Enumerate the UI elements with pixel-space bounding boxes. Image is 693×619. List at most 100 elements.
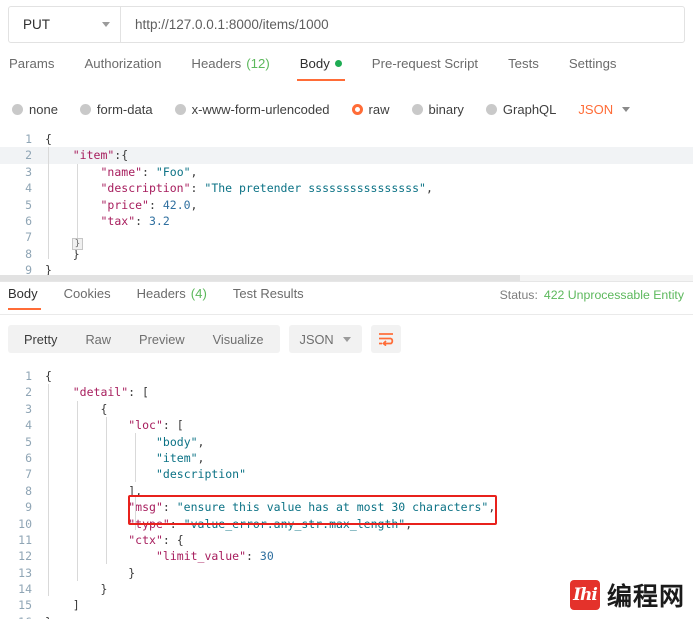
fold-guide-outer [48, 147, 49, 259]
radio-label: GraphQL [502, 101, 557, 117]
fold-guide-5 [135, 497, 136, 530]
line-number: 6 [25, 450, 32, 465]
code-line[interactable]: "item":{ [40, 147, 693, 164]
radio-button-icon [174, 103, 186, 115]
response-line-numbers: 12345678910111213141516 [0, 365, 40, 619]
line-number: 7 [25, 230, 32, 245]
tab-label: Headers [191, 56, 242, 71]
request-tab-settings[interactable]: Settings [554, 55, 632, 81]
code-line[interactable]: } [40, 614, 693, 619]
code-line[interactable]: } [40, 246, 693, 262]
code-line[interactable]: "msg": "ensure this value has at most 30… [40, 499, 693, 515]
radio-label: raw [368, 101, 390, 117]
body-type-radio-binary[interactable]: binary [411, 102, 464, 117]
line-number: 9 [25, 500, 32, 515]
code-line[interactable]: "tax": 3.2 [40, 213, 693, 229]
wrap-text-button[interactable] [370, 325, 401, 353]
tab-label: Settings [568, 56, 617, 71]
response-toolbar: Pretty Raw Preview Visualize JSON [8, 325, 401, 353]
code-line[interactable]: "ctx": { [40, 532, 693, 548]
response-view-modes: Pretty Raw Preview Visualize [8, 325, 280, 353]
request-tabs: Params Authorization Headers (12) Body Pre-re… [0, 55, 693, 87]
code-line[interactable]: "description" [40, 466, 693, 482]
response-tab-test-results[interactable]: Test Results [220, 285, 317, 310]
request-code-area[interactable]: { "item":{ "name": "Foo", "description":… [40, 128, 693, 275]
line-number: 6 [25, 213, 32, 228]
line-number: 8 [25, 483, 32, 498]
code-line[interactable]: "description": "The pretender ssssssssss… [40, 180, 693, 196]
line-number: 1 [25, 369, 32, 383]
fold-guide-inner [77, 164, 78, 242]
code-line[interactable]: "detail": [ [40, 384, 693, 400]
fold-guide-3 [106, 417, 107, 564]
code-line[interactable]: "loc": [ [40, 417, 693, 433]
tab-count-badge: (4) [190, 286, 207, 301]
request-tab-pre-request-script[interactable]: Pre-request Script [357, 55, 493, 81]
url-text: http://127.0.0.1:8000/items/1000 [135, 17, 329, 32]
request-tab-tests[interactable]: Tests [493, 55, 554, 81]
watermark: Ihi 编程网 [569, 577, 685, 613]
radio-label: form-data [96, 101, 153, 117]
body-format-value: JSON [578, 101, 614, 117]
fold-toggle-icon[interactable]: } [72, 238, 83, 250]
chevron-down-icon [622, 106, 631, 112]
body-format-select[interactable]: JSON [578, 101, 631, 117]
line-number: 11 [18, 532, 32, 547]
code-line[interactable]: { [40, 368, 693, 384]
body-type-radio-none[interactable]: none [12, 102, 58, 117]
code-line[interactable]: { [40, 401, 693, 417]
line-number: 4 [25, 418, 32, 433]
line-number: 1 [25, 132, 32, 146]
http-method-select[interactable]: PUT [9, 7, 121, 42]
body-type-radio-x-www-form-urlencoded[interactable]: x-www-form-urlencoded [174, 102, 330, 117]
response-format-value: JSON [299, 331, 334, 347]
response-tab-body[interactable]: Body [4, 285, 51, 310]
line-number: 5 [25, 197, 32, 212]
chevron-down-icon [102, 22, 110, 27]
fold-guide-1 [48, 384, 49, 596]
code-line[interactable]: "price": 42.0, [40, 197, 693, 213]
status-label: Status: [499, 288, 538, 302]
request-tab-authorization[interactable]: Authorization [69, 55, 176, 81]
code-line[interactable]: "type": "value_error.any_str.max_length"… [40, 516, 693, 532]
tab-label: Authorization [84, 56, 162, 71]
request-body-editor[interactable]: 123456789 { "item":{ "name": "Foo", "des… [0, 128, 693, 275]
tab-label: Cookies [63, 286, 111, 301]
fold-guide-4 [135, 433, 136, 482]
code-line[interactable]: { [40, 131, 693, 147]
request-tab-params[interactable]: Params [9, 55, 69, 81]
watermark-logo-icon: Ihi [569, 580, 600, 610]
response-view-mode-pretty[interactable]: Pretty [10, 327, 71, 351]
response-view-mode-preview[interactable]: Preview [125, 327, 199, 351]
code-line[interactable]: "body", [40, 434, 693, 450]
radio-label: none [29, 101, 58, 117]
request-tab-body[interactable]: Body [285, 55, 357, 81]
line-number: 14 [18, 582, 32, 597]
response-status: Status: 422 Unprocessable Entity [500, 288, 684, 302]
line-number: 4 [25, 181, 32, 196]
url-input[interactable]: http://127.0.0.1:8000/items/1000 [121, 7, 684, 42]
body-type-radio-graphql[interactable]: GraphQL [485, 101, 557, 117]
line-number: 2 [0, 147, 40, 164]
code-line[interactable]: } [40, 262, 693, 275]
body-modified-dot-icon [334, 60, 342, 67]
radio-button-icon [79, 103, 91, 115]
line-number: 2 [25, 385, 32, 400]
response-format-select[interactable]: JSON [288, 325, 362, 353]
response-tab-headers[interactable]: Headers (4) [124, 285, 220, 310]
response-separator [0, 281, 693, 282]
request-tab-headers[interactable]: Headers (12) [176, 55, 284, 81]
code-line[interactable]: ], [40, 483, 693, 499]
tab-count-badge: (12) [246, 56, 270, 71]
body-type-radio-form-data[interactable]: form-data [79, 101, 153, 117]
response-view-mode-visualize[interactable]: Visualize [199, 327, 278, 351]
tab-label: Pre-request Script [371, 56, 479, 71]
body-type-radio-raw[interactable]: raw [351, 101, 390, 117]
code-line[interactable] [40, 229, 693, 245]
response-view-mode-raw[interactable]: Raw [71, 327, 125, 351]
response-tab-cookies[interactable]: Cookies [51, 285, 124, 310]
code-line[interactable]: "name": "Foo", [40, 164, 693, 180]
code-line[interactable]: "item", [40, 450, 693, 466]
line-number: 15 [18, 598, 32, 613]
code-line[interactable]: "limit_value": 30 [40, 548, 693, 564]
